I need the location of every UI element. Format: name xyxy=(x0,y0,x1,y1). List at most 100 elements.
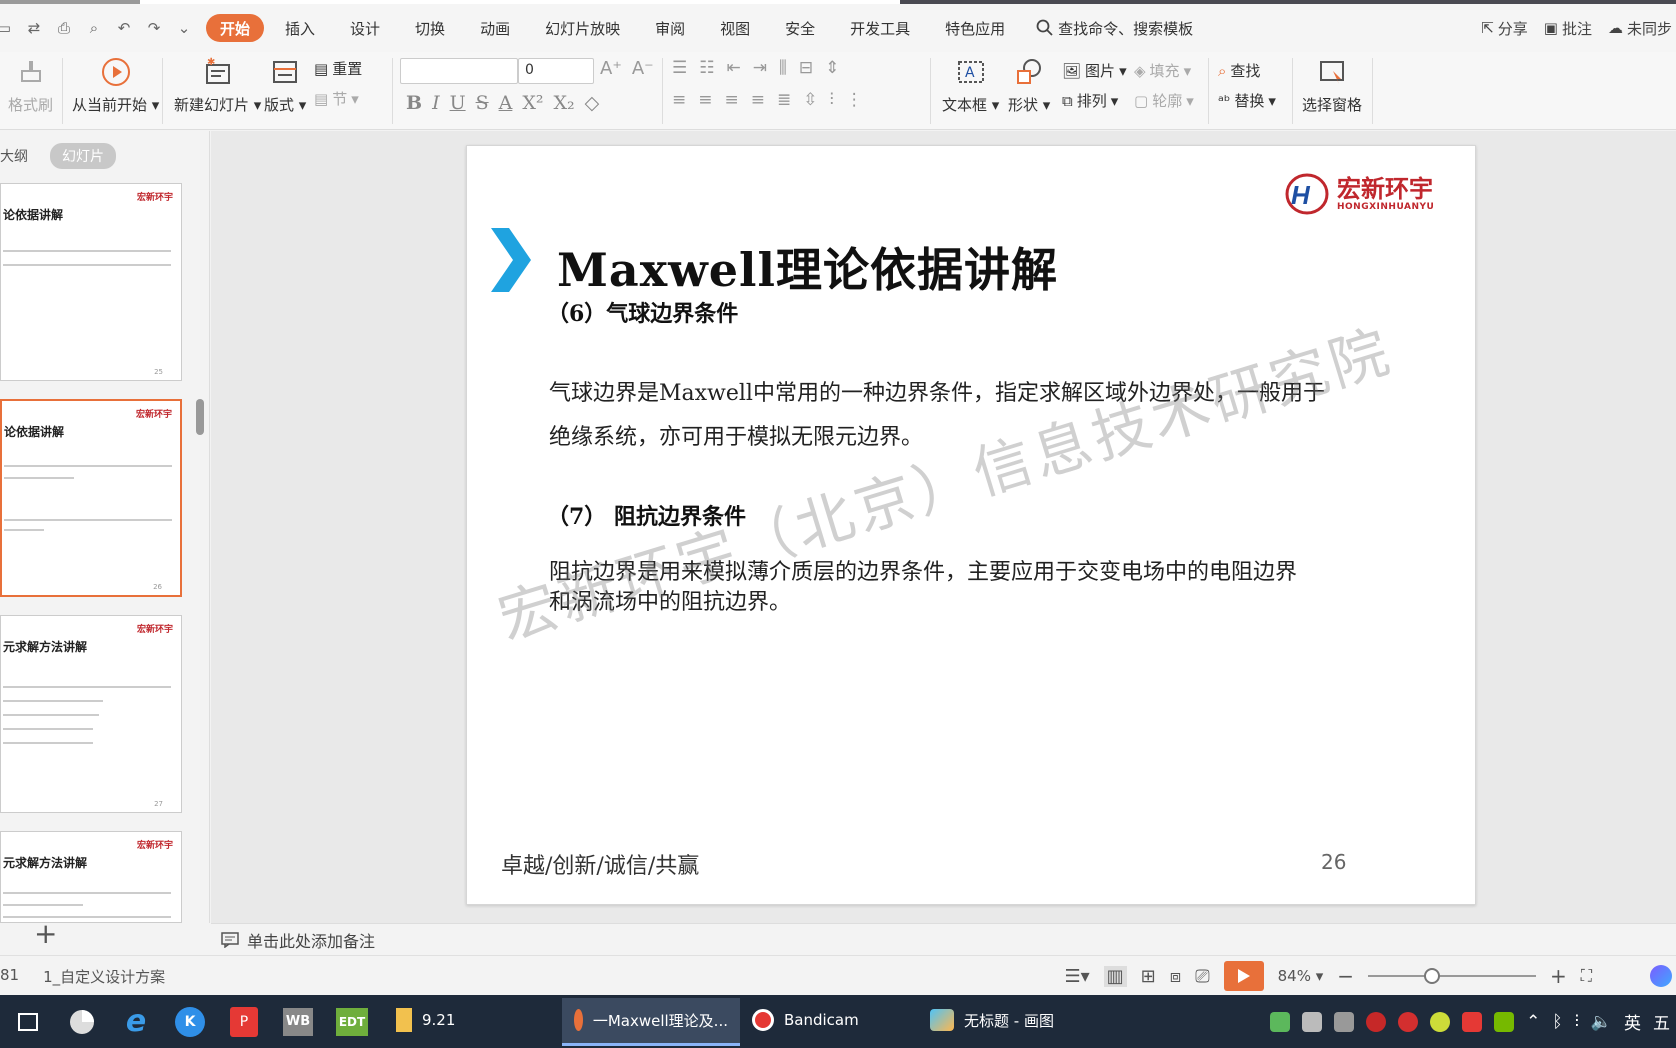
slide-thumbnail[interactable]: 宏新环宇 元求解方法讲解 27 xyxy=(0,615,182,813)
normal-view-icon[interactable]: ▥ xyxy=(1103,965,1127,987)
workbench-app-icon[interactable]: WB xyxy=(276,1000,320,1044)
network-icon[interactable]: ⫶ xyxy=(1575,1012,1579,1032)
shape-button[interactable]: 形状 ▾ xyxy=(1008,56,1050,115)
presenter-view-icon[interactable]: ⎚ xyxy=(1195,966,1209,987)
selection-pane-button[interactable]: 选择窗格 xyxy=(1302,56,1362,115)
print-preview-icon[interactable]: ⌕ xyxy=(84,18,104,38)
subscript-icon[interactable]: X₂ xyxy=(554,92,575,114)
arrange-button[interactable]: ⧉ 排列 ▾ xyxy=(1062,90,1118,111)
zoom-slider-knob[interactable] xyxy=(1423,968,1440,984)
from-current-button[interactable]: 从当前开始 ▾ xyxy=(72,56,159,115)
layout-button[interactable]: 版式 ▾ xyxy=(264,56,306,115)
slide-title[interactable]: Maxwell理论依据讲解 xyxy=(557,234,1058,300)
outline-button[interactable]: ▢ 轮廓 ▾ xyxy=(1134,90,1194,111)
replace-button[interactable]: ᵃᵇ 替换 ▾ xyxy=(1218,90,1276,111)
tool-icon[interactable] xyxy=(1334,1011,1355,1032)
taskbar-app-bandicam[interactable]: Bandicam xyxy=(740,998,918,1046)
align-text-icon[interactable]: ⊟ xyxy=(799,58,813,78)
volume-icon[interactable]: 🔈 xyxy=(1591,1012,1612,1032)
task-view-icon[interactable] xyxy=(6,1000,50,1044)
italic-icon[interactable]: I xyxy=(432,92,440,114)
section-button[interactable]: ▤ 节 ▾ xyxy=(314,88,359,109)
grow-font-icon[interactable]: A⁺ xyxy=(600,58,622,79)
tab-slideshow[interactable]: 幻灯片放映 xyxy=(531,14,634,42)
font-color-icon[interactable]: A xyxy=(499,92,513,114)
add-slide-icon[interactable]: + xyxy=(34,917,57,950)
panel-scrollbar[interactable] xyxy=(196,399,204,435)
zoom-out-icon[interactable]: − xyxy=(1337,964,1354,988)
distribute-icon[interactable]: ≣ xyxy=(777,90,791,110)
bold-icon[interactable]: B xyxy=(406,92,422,114)
find-button[interactable]: ⌕ 查找 xyxy=(1218,60,1260,81)
save-icon[interactable]: ▭ xyxy=(0,18,14,38)
tab-insert[interactable]: 插入 xyxy=(271,14,329,42)
columns-icon[interactable]: ⫶ xyxy=(830,90,834,110)
redo-icon[interactable]: ↷ xyxy=(144,18,164,38)
align-right-icon[interactable]: ≡ xyxy=(725,90,739,110)
bullet-list-icon[interactable]: ☰ xyxy=(672,58,687,78)
taskbar-app-wps[interactable]: 一Maxwell理论及... xyxy=(562,997,740,1046)
slide-thumbnail-selected[interactable]: 宏新环宇 论依据讲解 26 xyxy=(0,399,182,597)
tab-slides[interactable]: 幻灯片 xyxy=(50,143,116,169)
ie-browser-icon[interactable]: e xyxy=(114,1000,158,1044)
zoom-dropdown[interactable]: 84% ▾ xyxy=(1278,967,1324,985)
k-app-icon[interactable]: K xyxy=(168,1000,212,1044)
eraser-icon[interactable]: ◇ xyxy=(585,92,600,114)
command-search[interactable]: 查找命令、搜索模板 xyxy=(1036,18,1193,39)
zoom-slider[interactable] xyxy=(1368,968,1537,984)
strikethrough-icon[interactable]: S xyxy=(476,92,489,114)
slide-thumbnail[interactable]: 宏新环宇 论依据讲解 25 xyxy=(0,183,182,381)
reset-button[interactable]: ▤ 重置 xyxy=(314,58,362,79)
assistant-orb-icon[interactable] xyxy=(1650,965,1672,987)
textbox-button[interactable]: A 文本框 ▾ xyxy=(942,56,999,115)
comment-button[interactable]: ▣ 批注 xyxy=(1544,18,1592,39)
capture-tray-icon[interactable] xyxy=(1398,1011,1419,1032)
input-language[interactable]: 英 xyxy=(1624,1009,1641,1034)
output-icon[interactable]: ⇄ xyxy=(24,18,44,38)
print-icon[interactable]: ⎙ xyxy=(54,18,74,38)
tab-security[interactable]: 安全 xyxy=(771,14,829,42)
notes-pane[interactable]: 单击此处添加备注 xyxy=(211,923,1676,955)
sorter-view-icon[interactable]: ⊞ xyxy=(1141,966,1156,987)
number-list-icon[interactable]: ☷ xyxy=(699,58,714,78)
shield-icon[interactable] xyxy=(1270,1011,1291,1032)
font-name-combo[interactable] xyxy=(400,58,518,84)
fill-button[interactable]: ◈ 填充 ▾ xyxy=(1134,60,1191,81)
align-center-icon[interactable]: ≡ xyxy=(698,90,712,110)
speaker-red-icon[interactable] xyxy=(1462,1011,1483,1032)
customize-dropdown-icon[interactable]: ⌄ xyxy=(174,18,194,38)
shrink-font-icon[interactable]: A⁻ xyxy=(632,58,654,79)
notes-toggle-icon[interactable]: ☰▾ xyxy=(1064,966,1089,987)
tab-outline[interactable]: 大纲 xyxy=(0,143,40,169)
tab-home[interactable]: 开始 xyxy=(206,14,265,42)
slide-thumbnail[interactable]: 宏新环宇 元求解方法讲解 xyxy=(0,831,182,923)
superscript-icon[interactable]: X² xyxy=(522,92,543,114)
tab-transition[interactable]: 切换 xyxy=(401,14,459,42)
font-size-combo[interactable]: 0 xyxy=(518,58,594,84)
tab-design[interactable]: 设计 xyxy=(336,14,394,42)
tab-animation[interactable]: 动画 xyxy=(466,14,524,42)
share-button[interactable]: ⇱ 分享 xyxy=(1481,18,1528,39)
decrease-indent-icon[interactable]: ⇤ xyxy=(727,58,741,78)
nvidia-icon[interactable] xyxy=(1494,1011,1515,1032)
new-slide-button[interactable]: ✱ 新建幻灯片 ▾ xyxy=(174,56,261,115)
sync-button[interactable]: ☁ 未同步 xyxy=(1608,18,1672,39)
tab-features[interactable]: 特色应用 xyxy=(931,14,1019,42)
section-heading-6[interactable]: （6）气球边界条件 xyxy=(547,296,738,328)
paragraph-more-icon[interactable]: ⋮ xyxy=(846,90,863,110)
tab-developer[interactable]: 开发工具 xyxy=(836,14,924,42)
package-icon[interactable] xyxy=(1302,1011,1323,1032)
edt-app-icon[interactable]: EDT xyxy=(330,1000,374,1044)
pdf-app-icon[interactable]: P xyxy=(222,1000,266,1044)
slide-canvas[interactable]: Maxwell理论依据讲解 H 宏新环宇 HONGXINHUANYU （6）气球… xyxy=(466,145,1476,905)
fit-window-icon[interactable]: ⛶ xyxy=(1581,966,1592,986)
slideshow-play-button[interactable] xyxy=(1223,961,1264,991)
theme-name[interactable]: 1_自定义设计方案 xyxy=(43,966,165,987)
reading-view-icon[interactable]: ⧈ xyxy=(1170,966,1181,987)
format-painter-button[interactable]: 格式刷 xyxy=(8,56,53,115)
underline-icon[interactable]: U xyxy=(450,92,466,114)
taskbar-app-folder[interactable]: 9.21 xyxy=(384,998,562,1046)
slide-footer[interactable]: 卓越/创新/诚信/共赢 xyxy=(501,848,699,880)
undo-icon[interactable]: ↶ xyxy=(114,18,134,38)
input-method[interactable]: 五 xyxy=(1653,1009,1670,1034)
